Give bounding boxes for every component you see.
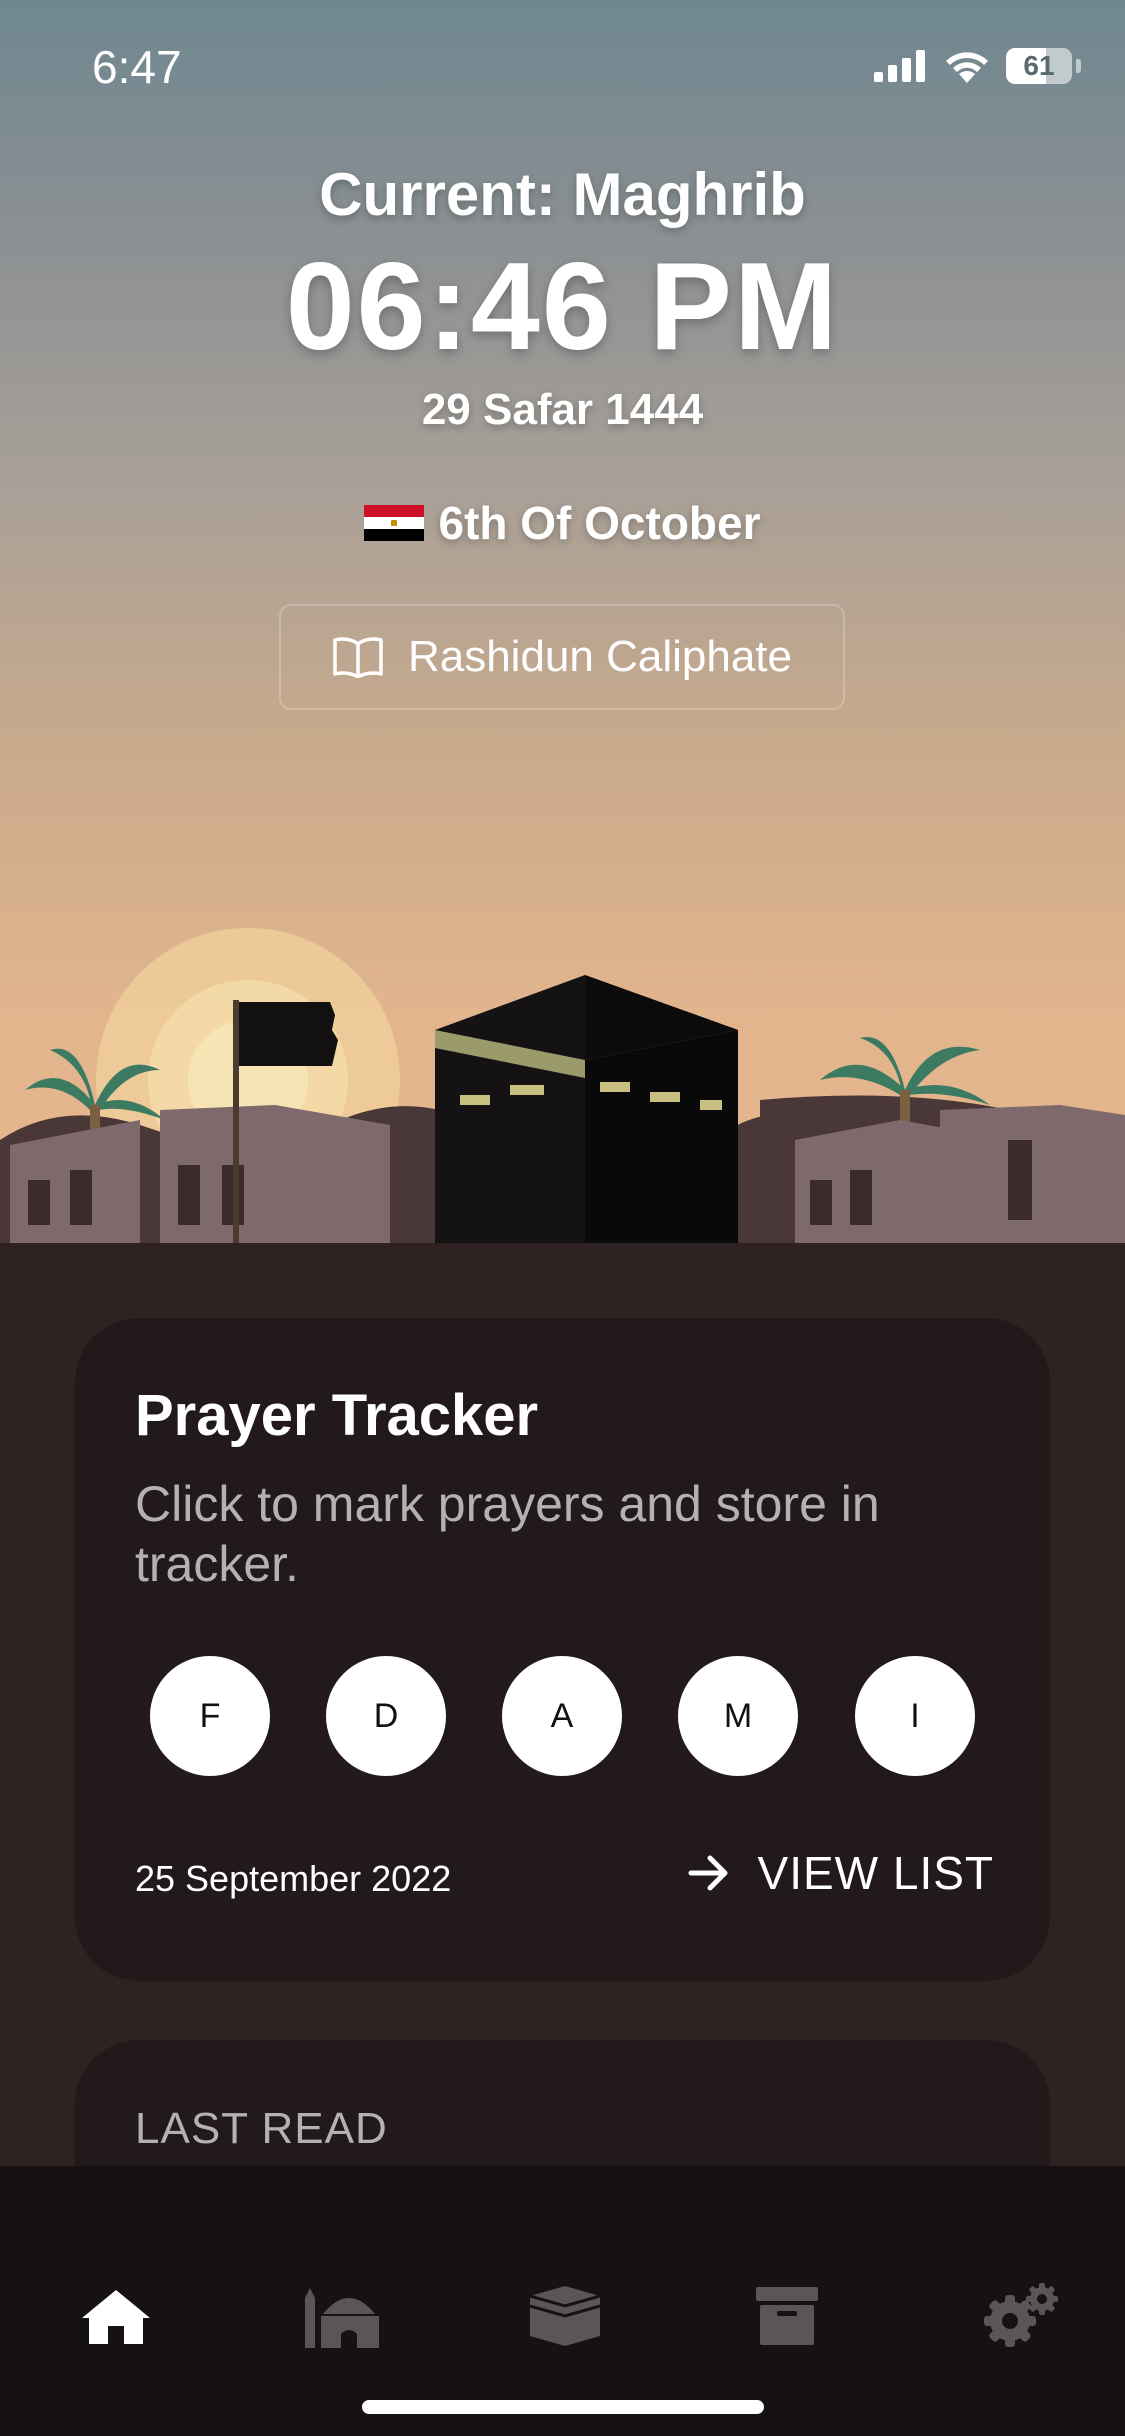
tab-settings[interactable] (960, 2266, 1080, 2366)
current-prayer-label: Current: Maghrib (319, 161, 806, 228)
home-indicator[interactable] (362, 2400, 764, 2414)
prayer-isha-button[interactable]: I (855, 1656, 975, 1776)
flag-stripe-red (364, 505, 425, 517)
status-time: 6:47 (92, 41, 182, 93)
flag-stripe-white (364, 517, 425, 529)
book-open-icon (333, 637, 383, 678)
era-button[interactable]: Rashidun Caliphate (279, 604, 845, 710)
prayer-dhuhr-button[interactable]: D (326, 1656, 446, 1776)
tracker-subtitle: Click to mark prayers and store in track… (135, 1476, 880, 1592)
mosque-icon (305, 2288, 379, 2348)
view-list-button[interactable]: VIEW LIST (688, 1846, 994, 1900)
status-icons: 61 (874, 48, 1081, 84)
cellular-signal-icon (874, 50, 925, 82)
kaaba-scene-illustration (0, 928, 1125, 1243)
hijri-date: 29 Safar 1444 (421, 385, 704, 434)
view-list-label: VIEW LIST (757, 1847, 994, 1899)
archive-icon (756, 2287, 818, 2345)
battery-cap (1076, 59, 1081, 73)
hero-header: 6:47 61 Current: Maghrib 06:46 PM 29 Saf… (0, 0, 1125, 1243)
status-bar: 6:47 61 (0, 0, 1125, 140)
location-name: 6th Of October (438, 497, 761, 549)
arrow-right-icon (688, 1855, 728, 1891)
location[interactable]: 6th Of October (0, 496, 1125, 550)
quran-icon (529, 2286, 601, 2346)
prayer-maghrib-button[interactable]: M (678, 1656, 798, 1776)
last-read-label: LAST READ (135, 2104, 388, 2153)
wifi-icon (946, 52, 988, 83)
tab-quran[interactable] (505, 2266, 625, 2366)
battery-percent: 61 (1023, 50, 1055, 81)
home-icon (82, 2286, 152, 2344)
prayer-fajr-button[interactable]: F (150, 1656, 270, 1776)
tracker-date: 25 September 2022 (135, 1858, 452, 1899)
egypt-flag-icon (364, 505, 425, 541)
era-label: Rashidun Caliphate (407, 632, 793, 681)
tab-mosque[interactable] (283, 2266, 403, 2366)
prayer-tracker-card: Prayer Tracker Click to mark prayers and… (75, 1318, 1050, 1981)
battery-indicator: 61 (1006, 48, 1072, 84)
prayer-asr-button[interactable]: A (502, 1656, 622, 1776)
tab-home[interactable] (56, 2266, 176, 2366)
bottom-tab-bar (0, 2166, 1125, 2436)
tracker-title: Prayer Tracker (135, 1383, 539, 1448)
settings-icon (984, 2283, 1058, 2347)
flag-eagle (391, 520, 398, 526)
prayer-buttons: F D A M I (150, 1656, 975, 1776)
prayer-time: 06:46 PM (285, 238, 840, 376)
flag-stripe-black (364, 529, 425, 541)
tab-archive[interactable] (727, 2266, 847, 2366)
